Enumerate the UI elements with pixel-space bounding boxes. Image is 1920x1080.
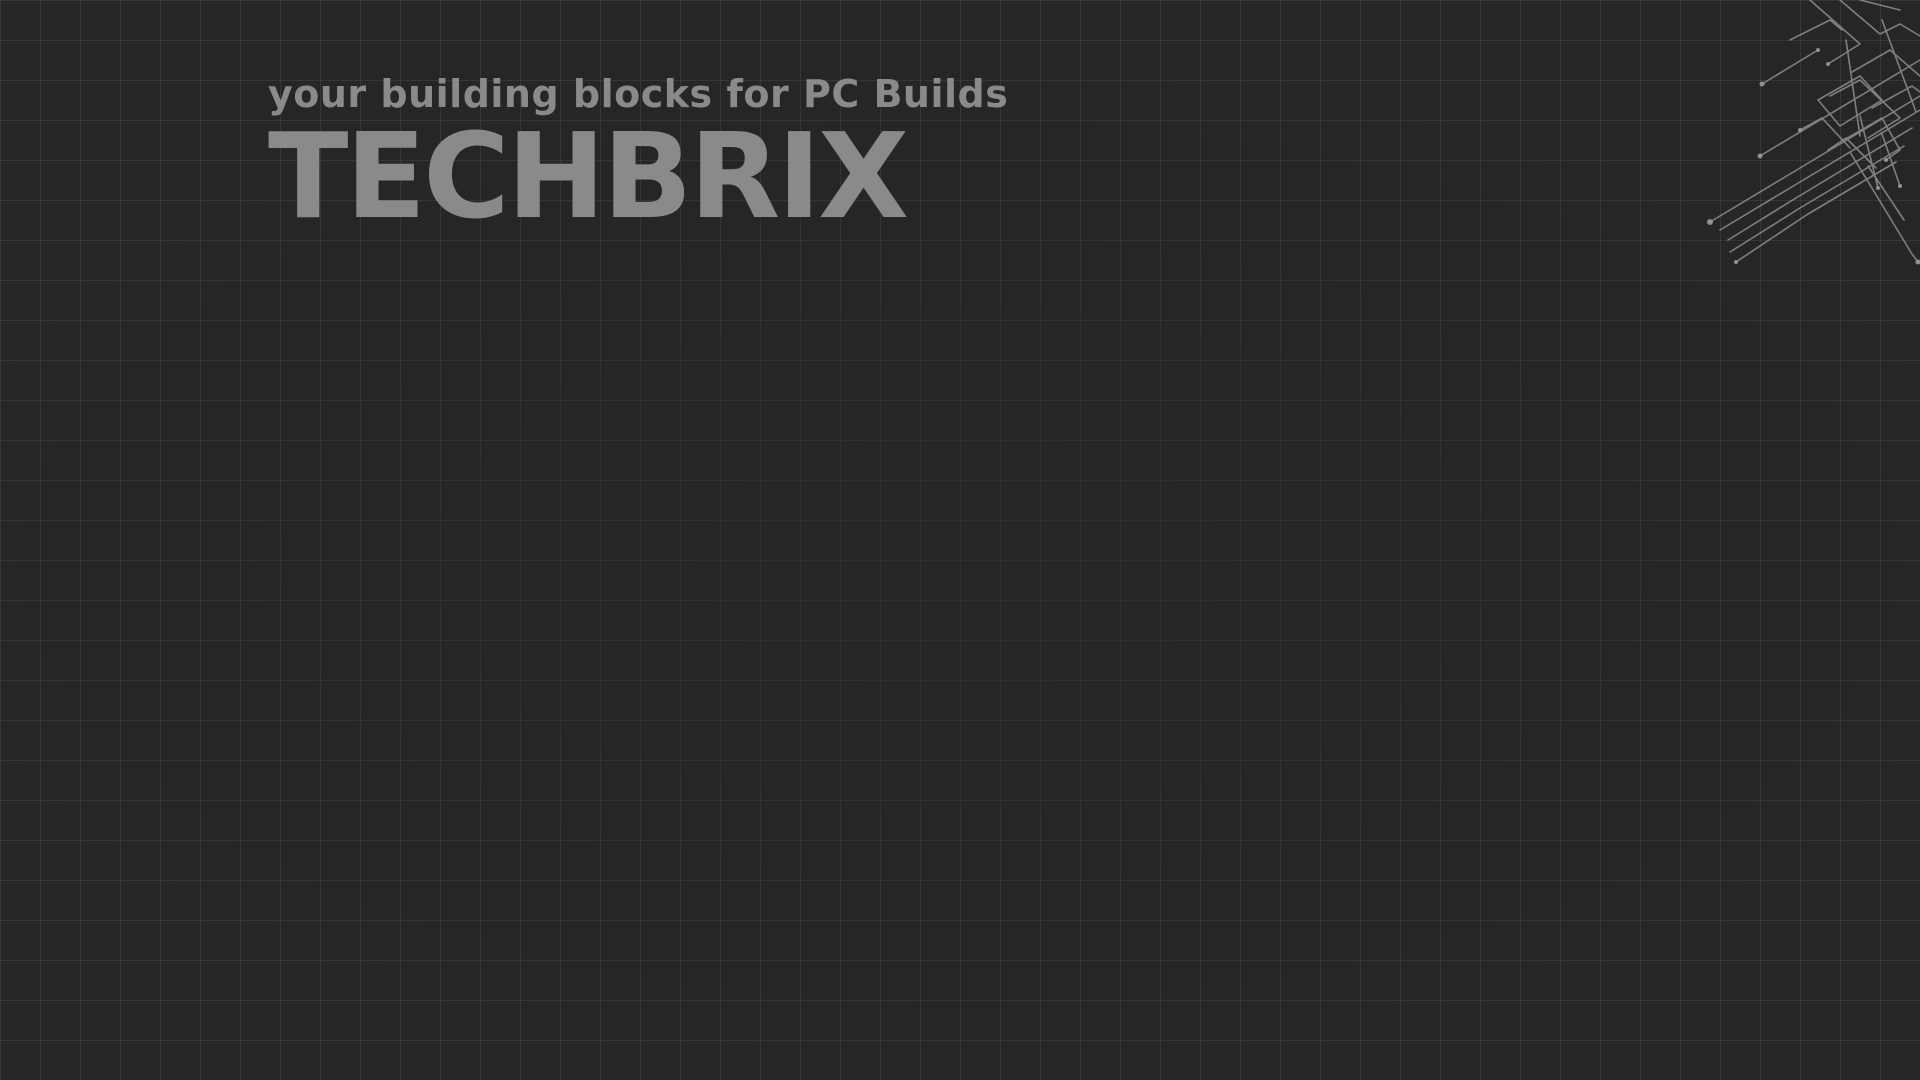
circuit-trace-icon: [1707, 0, 1920, 265]
hero-canvas: your building blocks for PC Builds TECHB…: [0, 0, 1920, 1080]
brand-title: TECHBRIX: [268, 107, 909, 245]
brand-block: your building blocks for PC Builds TECHB…: [268, 72, 1068, 245]
